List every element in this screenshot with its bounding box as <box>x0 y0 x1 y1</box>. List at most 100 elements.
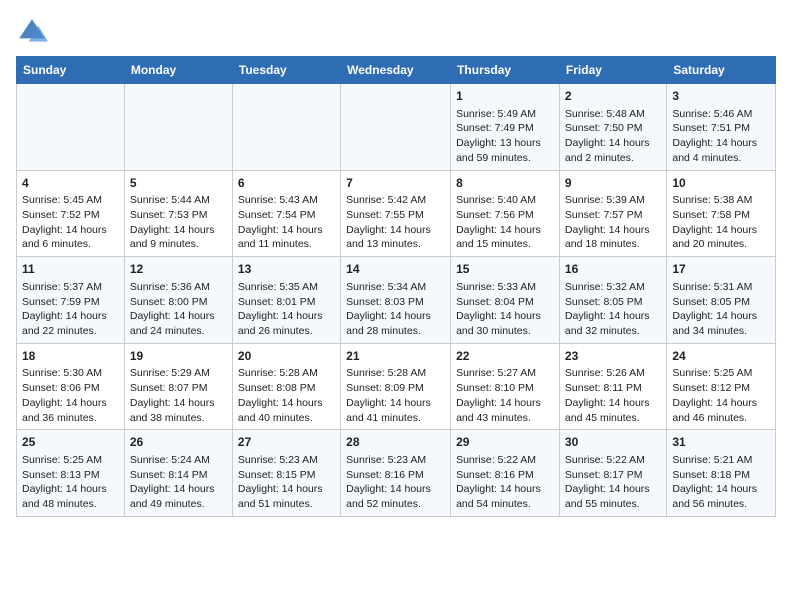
day-info: Sunrise: 5:25 AM Sunset: 8:13 PM Dayligh… <box>22 453 119 512</box>
day-number: 29 <box>456 434 554 451</box>
day-info: Sunrise: 5:21 AM Sunset: 8:18 PM Dayligh… <box>672 453 770 512</box>
day-info: Sunrise: 5:42 AM Sunset: 7:55 PM Dayligh… <box>346 193 445 252</box>
day-number: 22 <box>456 348 554 365</box>
day-info: Sunrise: 5:30 AM Sunset: 8:06 PM Dayligh… <box>22 366 119 425</box>
day-info: Sunrise: 5:33 AM Sunset: 8:04 PM Dayligh… <box>456 280 554 339</box>
day-number: 5 <box>130 175 227 192</box>
day-number: 24 <box>672 348 770 365</box>
day-number: 23 <box>565 348 661 365</box>
day-info: Sunrise: 5:23 AM Sunset: 8:15 PM Dayligh… <box>238 453 335 512</box>
day-number: 30 <box>565 434 661 451</box>
logo <box>16 16 52 48</box>
calendar-week-2: 4Sunrise: 5:45 AM Sunset: 7:52 PM Daylig… <box>17 170 776 257</box>
calendar-week-4: 18Sunrise: 5:30 AM Sunset: 8:06 PM Dayli… <box>17 343 776 430</box>
weekday-header-row: SundayMondayTuesdayWednesdayThursdayFrid… <box>17 57 776 84</box>
day-number: 2 <box>565 88 661 105</box>
day-info: Sunrise: 5:35 AM Sunset: 8:01 PM Dayligh… <box>238 280 335 339</box>
calendar-cell <box>124 84 232 171</box>
calendar-cell: 20Sunrise: 5:28 AM Sunset: 8:08 PM Dayli… <box>232 343 340 430</box>
day-info: Sunrise: 5:32 AM Sunset: 8:05 PM Dayligh… <box>565 280 661 339</box>
day-info: Sunrise: 5:27 AM Sunset: 8:10 PM Dayligh… <box>456 366 554 425</box>
day-info: Sunrise: 5:37 AM Sunset: 7:59 PM Dayligh… <box>22 280 119 339</box>
day-info: Sunrise: 5:44 AM Sunset: 7:53 PM Dayligh… <box>130 193 227 252</box>
calendar-cell: 12 Sunrise: 5:36 AM Sunset: 8:00 PM Dayli… <box>124 257 232 344</box>
day-number: 9 <box>565 175 661 192</box>
page-header <box>16 16 776 48</box>
calendar-cell: 25 Sunrise: 5:25 AM Sunset: 8:13 PM Dayli… <box>17 430 125 517</box>
calendar-cell: 13 Sunrise: 5:35 AM Sunset: 8:01 PM Dayli… <box>232 257 340 344</box>
calendar-cell: 21Sunrise: 5:28 AM Sunset: 8:09 PM Dayli… <box>341 343 451 430</box>
calendar-cell <box>341 84 451 171</box>
day-info: Sunrise: 5:43 AM Sunset: 7:54 PM Dayligh… <box>238 193 335 252</box>
day-number: 1 <box>456 88 554 105</box>
weekday-header-wednesday: Wednesday <box>341 57 451 84</box>
day-info: Sunrise: 5:49 AM Sunset: 7:49 PM Dayligh… <box>456 107 554 166</box>
weekday-header-sunday: Sunday <box>17 57 125 84</box>
calendar-cell: 24Sunrise: 5:25 AM Sunset: 8:12 PM Dayli… <box>667 343 776 430</box>
day-number: 10 <box>672 175 770 192</box>
day-info: Sunrise: 5:38 AM Sunset: 7:58 PM Dayligh… <box>672 193 770 252</box>
logo-icon <box>16 16 48 48</box>
calendar-cell: 8Sunrise: 5:40 AM Sunset: 7:56 PM Daylig… <box>451 170 560 257</box>
day-info: Sunrise: 5:28 AM Sunset: 8:09 PM Dayligh… <box>346 366 445 425</box>
calendar-cell: 10Sunrise: 5:38 AM Sunset: 7:58 PM Dayli… <box>667 170 776 257</box>
day-number: 16 <box>565 261 661 278</box>
calendar-cell: 19Sunrise: 5:29 AM Sunset: 8:07 PM Dayli… <box>124 343 232 430</box>
calendar-cell: 17 Sunrise: 5:31 AM Sunset: 8:05 PM Dayli… <box>667 257 776 344</box>
day-number: 25 <box>22 434 119 451</box>
day-number: 6 <box>238 175 335 192</box>
day-number: 15 <box>456 261 554 278</box>
day-number: 20 <box>238 348 335 365</box>
calendar-cell: 30 Sunrise: 5:22 AM Sunset: 8:17 PM Dayli… <box>559 430 666 517</box>
calendar-week-3: 11 Sunrise: 5:37 AM Sunset: 7:59 PM Dayli… <box>17 257 776 344</box>
day-number: 18 <box>22 348 119 365</box>
day-info: Sunrise: 5:28 AM Sunset: 8:08 PM Dayligh… <box>238 366 335 425</box>
calendar-cell: 2 Sunrise: 5:48 AM Sunset: 7:50 PM Daylig… <box>559 84 666 171</box>
calendar-cell: 1 Sunrise: 5:49 AM Sunset: 7:49 PM Daylig… <box>451 84 560 171</box>
day-info: Sunrise: 5:24 AM Sunset: 8:14 PM Dayligh… <box>130 453 227 512</box>
calendar-cell: 27 Sunrise: 5:23 AM Sunset: 8:15 PM Dayli… <box>232 430 340 517</box>
day-info: Sunrise: 5:22 AM Sunset: 8:16 PM Dayligh… <box>456 453 554 512</box>
weekday-header-saturday: Saturday <box>667 57 776 84</box>
day-number: 27 <box>238 434 335 451</box>
day-number: 4 <box>22 175 119 192</box>
day-number: 11 <box>22 261 119 278</box>
calendar-cell: 11 Sunrise: 5:37 AM Sunset: 7:59 PM Dayli… <box>17 257 125 344</box>
calendar-cell: 7Sunrise: 5:42 AM Sunset: 7:55 PM Daylig… <box>341 170 451 257</box>
day-info: Sunrise: 5:40 AM Sunset: 7:56 PM Dayligh… <box>456 193 554 252</box>
calendar-cell: 16 Sunrise: 5:32 AM Sunset: 8:05 PM Dayli… <box>559 257 666 344</box>
day-info: Sunrise: 5:31 AM Sunset: 8:05 PM Dayligh… <box>672 280 770 339</box>
day-number: 13 <box>238 261 335 278</box>
day-number: 12 <box>130 261 227 278</box>
day-number: 28 <box>346 434 445 451</box>
calendar-cell: 14 Sunrise: 5:34 AM Sunset: 8:03 PM Dayli… <box>341 257 451 344</box>
day-number: 7 <box>346 175 445 192</box>
calendar-cell: 5Sunrise: 5:44 AM Sunset: 7:53 PM Daylig… <box>124 170 232 257</box>
calendar-cell: 29 Sunrise: 5:22 AM Sunset: 8:16 PM Dayli… <box>451 430 560 517</box>
calendar-cell: 23Sunrise: 5:26 AM Sunset: 8:11 PM Dayli… <box>559 343 666 430</box>
day-info: Sunrise: 5:36 AM Sunset: 8:00 PM Dayligh… <box>130 280 227 339</box>
calendar-cell: 22Sunrise: 5:27 AM Sunset: 8:10 PM Dayli… <box>451 343 560 430</box>
day-number: 31 <box>672 434 770 451</box>
calendar-cell: 18Sunrise: 5:30 AM Sunset: 8:06 PM Dayli… <box>17 343 125 430</box>
day-info: Sunrise: 5:45 AM Sunset: 7:52 PM Dayligh… <box>22 193 119 252</box>
calendar-cell: 26Sunrise: 5:24 AM Sunset: 8:14 PM Dayli… <box>124 430 232 517</box>
day-info: Sunrise: 5:46 AM Sunset: 7:51 PM Dayligh… <box>672 107 770 166</box>
calendar-table: SundayMondayTuesdayWednesdayThursdayFrid… <box>16 56 776 517</box>
day-info: Sunrise: 5:23 AM Sunset: 8:16 PM Dayligh… <box>346 453 445 512</box>
calendar-cell <box>17 84 125 171</box>
day-number: 3 <box>672 88 770 105</box>
day-info: Sunrise: 5:34 AM Sunset: 8:03 PM Dayligh… <box>346 280 445 339</box>
weekday-header-monday: Monday <box>124 57 232 84</box>
calendar-cell: 6Sunrise: 5:43 AM Sunset: 7:54 PM Daylig… <box>232 170 340 257</box>
day-number: 17 <box>672 261 770 278</box>
weekday-header-friday: Friday <box>559 57 666 84</box>
day-info: Sunrise: 5:39 AM Sunset: 7:57 PM Dayligh… <box>565 193 661 252</box>
day-info: Sunrise: 5:25 AM Sunset: 8:12 PM Dayligh… <box>672 366 770 425</box>
day-number: 14 <box>346 261 445 278</box>
day-number: 21 <box>346 348 445 365</box>
calendar-cell: 15 Sunrise: 5:33 AM Sunset: 8:04 PM Dayli… <box>451 257 560 344</box>
day-info: Sunrise: 5:26 AM Sunset: 8:11 PM Dayligh… <box>565 366 661 425</box>
day-info: Sunrise: 5:48 AM Sunset: 7:50 PM Dayligh… <box>565 107 661 166</box>
day-info: Sunrise: 5:22 AM Sunset: 8:17 PM Dayligh… <box>565 453 661 512</box>
